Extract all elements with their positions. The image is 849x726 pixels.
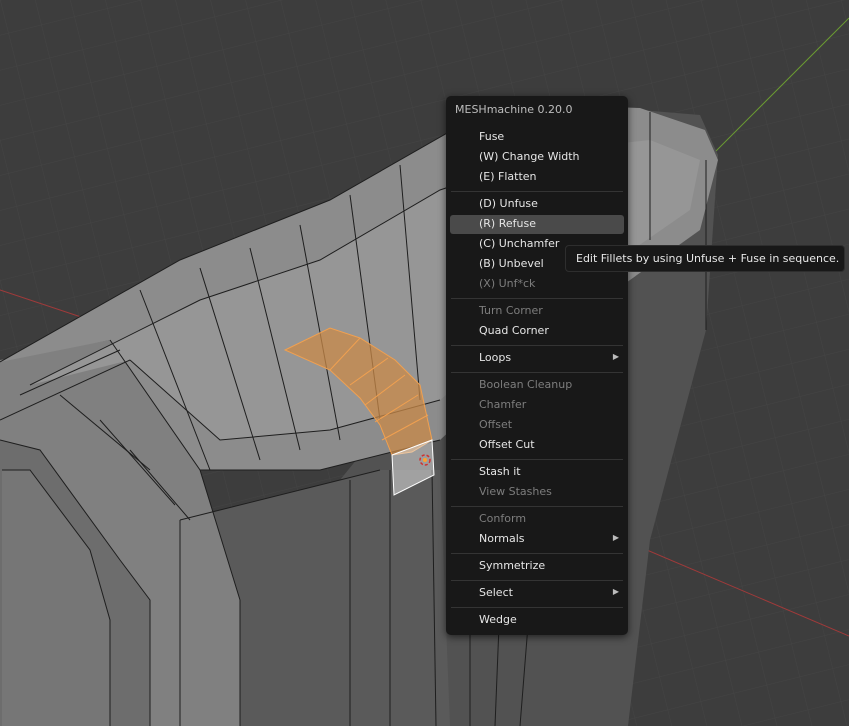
menu-item-label: (W) Change Width <box>479 150 580 163</box>
menu-item-loops[interactable]: Loops ▶ <box>450 349 624 368</box>
menu-item-label: Symmetrize <box>479 559 546 572</box>
menu-item-view-stashes[interactable]: View Stashes <box>450 483 624 502</box>
menu-item-flatten[interactable]: (E) Flatten <box>450 168 624 187</box>
menu-item-conform[interactable]: Conform <box>450 510 624 529</box>
menu-item-unfuse[interactable]: (D) Unfuse <box>450 195 624 214</box>
menu-item-stash-it[interactable]: Stash it <box>450 463 624 482</box>
menu-item-normals[interactable]: Normals ▶ <box>450 530 624 549</box>
menu-item-label: Select <box>479 586 513 599</box>
menu-item-offset-cut[interactable]: Offset Cut <box>450 436 624 455</box>
separator <box>451 345 623 346</box>
menu-item-label: Conform <box>479 512 527 525</box>
menu-item-quad-corner[interactable]: Quad Corner <box>450 322 624 341</box>
submenu-arrow-icon: ▶ <box>612 352 619 361</box>
menu-item-turn-corner[interactable]: Turn Corner <box>450 302 624 321</box>
menu-item-label: (X) Unf*ck <box>479 277 536 290</box>
menu-item-label: Quad Corner <box>479 324 549 337</box>
menu-item-change-width[interactable]: (W) Change Width <box>450 148 624 167</box>
menu-item-label: Fuse <box>479 130 505 143</box>
menu-item-label: (D) Unfuse <box>479 197 538 210</box>
menu-item-label: Turn Corner <box>479 304 543 317</box>
menu-item-offset[interactable]: Offset <box>450 416 624 435</box>
menu-item-wedge[interactable]: Wedge <box>450 611 624 630</box>
menu-item-refuse[interactable]: (R) Refuse <box>450 215 624 234</box>
menu-item-chamfer[interactable]: Chamfer <box>450 396 624 415</box>
menu-item-label: Boolean Cleanup <box>479 378 573 391</box>
menu-item-label: (C) Unchamfer <box>479 237 560 250</box>
menu-item-label: Offset <box>479 418 513 431</box>
submenu-arrow-icon: ▶ <box>612 533 619 542</box>
menu-title: MESHmachine 0.20.0 <box>455 103 573 116</box>
menu-item-select[interactable]: Select ▶ <box>450 584 624 603</box>
meshmachine-menu: MESHmachine 0.20.0 Fuse (W) Change Width… <box>446 96 628 635</box>
menu-item-label: Wedge <box>479 613 517 626</box>
menu-item-label: Loops <box>479 351 512 364</box>
menu-item-symmetrize[interactable]: Symmetrize <box>450 557 624 576</box>
separator <box>451 191 623 192</box>
tooltip-text: Edit Fillets by using Unfuse + Fuse in s… <box>576 252 840 265</box>
menu-item-label: Chamfer <box>479 398 527 411</box>
separator <box>451 372 623 373</box>
menu-item-label: Stash it <box>479 465 521 478</box>
menu-item-unfck[interactable]: (X) Unf*ck <box>450 275 624 294</box>
menu-item-fuse[interactable]: Fuse <box>450 128 624 147</box>
tooltip: Edit Fillets by using Unfuse + Fuse in s… <box>565 245 845 272</box>
separator <box>451 607 623 608</box>
separator <box>451 553 623 554</box>
menu-item-label: Offset Cut <box>479 438 535 451</box>
separator <box>451 459 623 460</box>
separator <box>451 506 623 507</box>
submenu-arrow-icon: ▶ <box>612 587 619 596</box>
menu-item-label: (E) Flatten <box>479 170 537 183</box>
menu-item-boolean-cleanup[interactable]: Boolean Cleanup <box>450 376 624 395</box>
3d-viewport[interactable] <box>0 0 849 726</box>
menu-item-label: Normals <box>479 532 525 545</box>
menu-item-label: (R) Refuse <box>479 217 536 230</box>
menu-item-label: (B) Unbevel <box>479 257 544 270</box>
menu-item-label: View Stashes <box>479 485 552 498</box>
separator <box>451 298 623 299</box>
separator <box>451 580 623 581</box>
